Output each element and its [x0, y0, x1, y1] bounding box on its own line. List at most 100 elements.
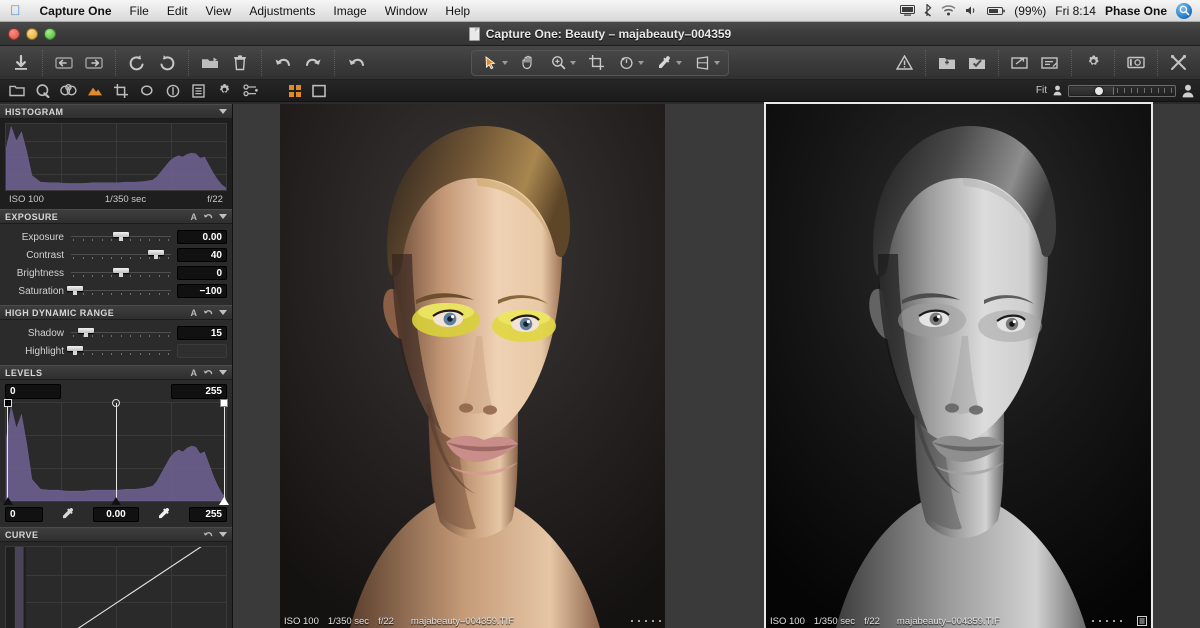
menu-item-image[interactable]: Image [324, 2, 375, 20]
chevron-down-icon[interactable] [570, 61, 576, 65]
rotate-tool[interactable] [612, 52, 648, 74]
cursor-select-icon[interactable] [480, 53, 500, 73]
eyedropper-tool[interactable] [650, 52, 686, 74]
slider-value-brightness[interactable]: 0 [177, 266, 227, 280]
slider-track-saturation[interactable] [71, 284, 171, 298]
crop-icon[interactable] [586, 53, 606, 73]
eyedropper-icon[interactable] [654, 53, 674, 73]
slider-knob-brightness[interactable] [113, 268, 129, 273]
slider-track-shadow[interactable] [71, 326, 171, 340]
chevron-down-icon[interactable] [219, 370, 227, 375]
levels-white-input[interactable]: 255 [171, 384, 227, 399]
slider-knob-exposure[interactable] [113, 232, 129, 237]
panel-header-levels[interactable]: Levels A [0, 365, 232, 380]
chevron-down-icon[interactable] [714, 61, 720, 65]
panel-header-hdr[interactable]: High Dynamic Range A [0, 305, 232, 320]
lens-icon[interactable] [138, 83, 155, 99]
menu-item-adjustments[interactable]: Adjustments [240, 2, 324, 20]
reset-icon[interactable] [203, 530, 213, 539]
chevron-down-icon[interactable] [676, 61, 682, 65]
apple-logo-icon[interactable]:  [8, 3, 31, 19]
slider-value-shadow[interactable]: 15 [177, 326, 227, 340]
chevron-down-icon[interactable] [219, 214, 227, 219]
rating-dots[interactable] [631, 620, 661, 622]
search-icon[interactable] [1176, 3, 1192, 19]
levels-output-white[interactable]: 255 [189, 507, 227, 522]
redo-icon[interactable] [303, 53, 323, 73]
slider-value-contrast[interactable]: 40 [177, 248, 227, 262]
reset-icon[interactable] [203, 308, 213, 317]
slider-track-exposure[interactable] [71, 230, 171, 244]
zoom-slider-knob[interactable] [1095, 87, 1103, 95]
levels-white-slider-handle[interactable] [219, 497, 229, 505]
menu-item-view[interactable]: View [197, 2, 241, 20]
menu-item-file[interactable]: File [121, 2, 158, 20]
reset-icon[interactable] [203, 212, 213, 221]
rotate-ccw-icon[interactable] [127, 53, 147, 73]
select-folder-icon[interactable] [967, 53, 987, 73]
menu-item-edit[interactable]: Edit [158, 2, 197, 20]
slider-track-contrast[interactable] [71, 248, 171, 262]
grid-view-icon[interactable] [286, 83, 303, 99]
display-icon[interactable] [900, 5, 915, 16]
chevron-down-icon[interactable] [219, 109, 227, 114]
keystone-icon[interactable] [692, 53, 712, 73]
slider-knob-saturation[interactable] [67, 286, 83, 291]
levels-white-point-handle[interactable] [220, 399, 228, 407]
variant-icon[interactable] [1137, 616, 1147, 626]
panel-header-histogram[interactable]: Histogram [0, 104, 232, 119]
panel-header-exposure[interactable]: Exposure A [0, 209, 232, 224]
chevron-down-icon[interactable] [219, 532, 227, 537]
auto-adjust-button[interactable]: A [191, 212, 198, 222]
focus-icon[interactable] [164, 83, 181, 99]
zoom-tool[interactable] [544, 52, 580, 74]
image-viewer[interactable]: ISO 100 1/350 sec f/22 majabeauty–004359… [233, 104, 1200, 628]
cursor-select-tool[interactable] [476, 52, 512, 74]
levels-output-gamma[interactable]: 0.00 [93, 507, 139, 522]
slider-track-highlight[interactable] [71, 344, 171, 358]
slider-knob-contrast[interactable] [148, 250, 164, 255]
menu-item-window[interactable]: Window [376, 2, 437, 20]
levels-output-black[interactable]: 0 [5, 507, 43, 522]
bluetooth-icon[interactable] [924, 4, 932, 17]
zoom-slider[interactable] [1068, 85, 1176, 97]
keystone-tool[interactable] [688, 52, 724, 74]
library-folder-icon[interactable] [8, 83, 25, 99]
batch-icon[interactable] [1040, 53, 1060, 73]
zoom-magnifier-icon[interactable] [548, 53, 568, 73]
wifi-icon[interactable] [941, 5, 956, 16]
eyedropper-black-icon[interactable] [59, 506, 77, 522]
undo-icon[interactable] [273, 53, 293, 73]
single-view-icon[interactable] [310, 83, 327, 99]
user-menu-label[interactable]: Phase One [1105, 4, 1167, 18]
import-previous-icon[interactable] [54, 53, 74, 73]
reset-icon[interactable] [346, 53, 366, 73]
quick-icon[interactable] [34, 83, 51, 99]
viewer-panel-icon[interactable] [1126, 53, 1146, 73]
curve-plot[interactable] [5, 546, 227, 628]
crop-tab-icon[interactable] [112, 83, 129, 99]
pan-hand-icon[interactable] [518, 53, 538, 73]
battery-icon[interactable] [987, 6, 1005, 16]
auto-adjust-button[interactable]: A [191, 308, 198, 318]
chevron-down-icon[interactable] [638, 61, 644, 65]
zoom-fit-label[interactable]: Fit [1036, 85, 1047, 96]
menu-item-capture-one[interactable]: Capture One [31, 2, 121, 20]
rotate-cw-icon[interactable] [157, 53, 177, 73]
capture-folder-icon[interactable] [937, 53, 957, 73]
gear-icon[interactable] [1083, 53, 1103, 73]
adjustments-gear-icon[interactable] [216, 83, 233, 99]
levels-black-point-handle[interactable] [4, 399, 12, 407]
levels-black-input[interactable]: 0 [5, 384, 61, 399]
metadata-icon[interactable] [190, 83, 207, 99]
open-folder-icon[interactable] [200, 53, 220, 73]
reset-icon[interactable] [203, 368, 213, 377]
rating-dots[interactable] [1092, 620, 1122, 622]
eyedropper-white-icon[interactable] [155, 506, 173, 522]
rotate-tool-icon[interactable] [616, 53, 636, 73]
levels-mid-point-handle-top[interactable] [112, 399, 120, 407]
slider-knob-highlight[interactable] [67, 346, 83, 351]
image-thumbnail-bw[interactable]: ISO 100 1/350 sec f/22 majabeauty–004359… [766, 104, 1151, 628]
levels-black-slider-handle[interactable] [3, 497, 13, 505]
volume-icon[interactable] [965, 5, 978, 16]
